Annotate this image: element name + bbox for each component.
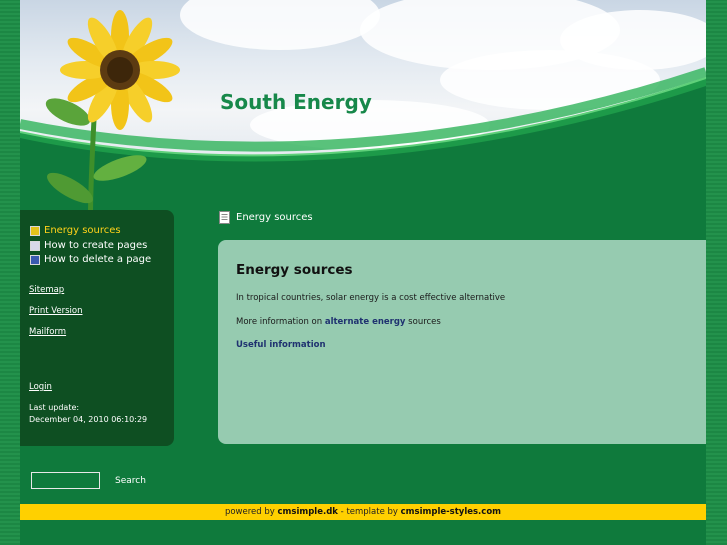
menu-page-icon (30, 226, 40, 237)
menu-page-icon (30, 240, 40, 251)
footer: powered by cmsimple.dk - template by cms… (20, 504, 706, 520)
document-icon (219, 211, 230, 224)
footer-text: powered by (224, 507, 278, 517)
paragraph-text: More information on (236, 317, 325, 327)
mailform-link[interactable]: Mailform (29, 327, 66, 337)
content-panel: Energy sources In tropical countries, so… (218, 240, 706, 444)
breadcrumb: Energy sources (219, 211, 313, 224)
last-update-value: December 04, 2010 06:10:29 (29, 415, 148, 424)
menu-item-energy-sources[interactable]: Energy sources (30, 224, 151, 239)
breadcrumb-label[interactable]: Energy sources (236, 212, 313, 223)
login-link[interactable]: Login (29, 382, 52, 392)
page-container: South Energy Energy sources How to creat… (20, 0, 706, 545)
search-button[interactable]: Search (115, 476, 146, 486)
last-update-label: Last update: (29, 403, 80, 412)
menu-item-delete-page[interactable]: How to delete a page (30, 253, 151, 268)
print-version-link[interactable]: Print Version (29, 306, 83, 316)
search-input[interactable] (31, 472, 100, 489)
content-paragraph: Useful information (236, 340, 326, 350)
content-paragraph: More information on alternate energy sou… (236, 317, 441, 327)
alternate-energy-link[interactable]: alternate energy (325, 317, 406, 327)
menu-item-create-pages[interactable]: How to create pages (30, 239, 151, 254)
menu-item-label[interactable]: How to delete a page (44, 253, 151, 268)
site-title[interactable]: South Energy (220, 90, 372, 114)
menu-page-icon (30, 255, 40, 266)
content-heading: Energy sources (236, 262, 353, 278)
paragraph-text: sources (405, 317, 441, 327)
sidebar: Energy sources How to create pages How t… (20, 210, 174, 446)
main-menu: Energy sources How to create pages How t… (30, 224, 151, 268)
cmsimple-styles-link[interactable]: cmsimple-styles.com (401, 507, 501, 517)
content-paragraph: In tropical countries, solar energy is a… (236, 293, 506, 303)
cmsimple-link[interactable]: cmsimple.dk (278, 507, 338, 517)
footer-text: - template by (337, 507, 401, 517)
useful-information-link[interactable]: Useful information (236, 340, 326, 350)
menu-item-label[interactable]: Energy sources (44, 224, 121, 239)
sitemap-link[interactable]: Sitemap (29, 285, 64, 295)
menu-item-label[interactable]: How to create pages (44, 239, 147, 254)
